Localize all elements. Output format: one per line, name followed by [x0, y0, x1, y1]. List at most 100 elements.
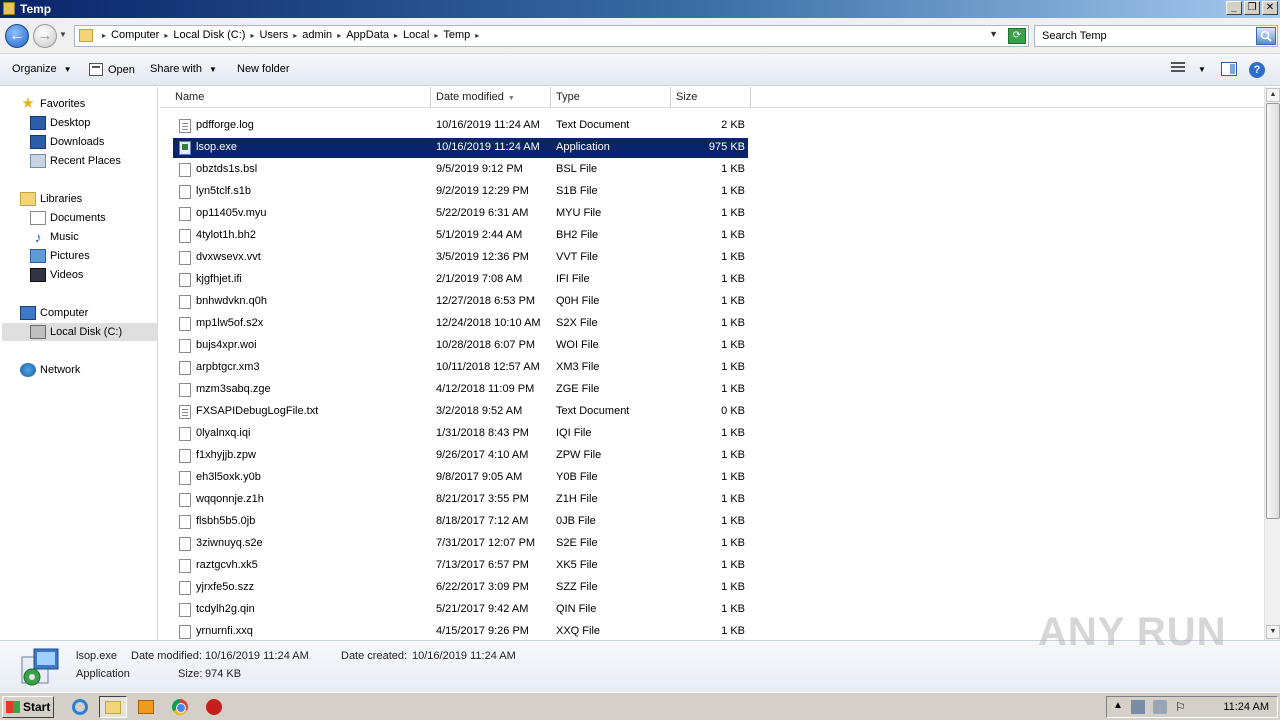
breadcrumb-separator-icon[interactable]: ▸ [102, 31, 106, 40]
column-header-date-modified[interactable]: Date modified ▼ [431, 87, 551, 108]
refresh-button[interactable]: ⟳ [1008, 28, 1026, 44]
file-icon [179, 207, 191, 221]
file-row[interactable]: f1xhyjjb.zpw 9/26/2017 4:10 AM ZPW File 1 K… [173, 446, 748, 466]
file-row[interactable]: 0lyalnxq.iqi 1/31/2018 8:43 PM IQI File 1 K… [173, 424, 748, 444]
column-header-type[interactable]: Type [551, 87, 671, 108]
file-row[interactable]: bujs4xpr.woi 10/28/2018 6:07 PM WOI File 1 … [173, 336, 748, 356]
file-row[interactable]: bnhwdvkn.q0h 12/27/2018 6:53 PM Q0H File 1 … [173, 292, 748, 312]
breadcrumb-item[interactable]: Temp [443, 29, 470, 41]
file-row[interactable]: yrnurnfi.xxq 4/15/2017 9:26 PM XXQ File 1 K… [173, 622, 748, 640]
scroll-up-button[interactable]: ▲ [1266, 88, 1280, 102]
nav-recent-places[interactable]: Recent Places [30, 152, 121, 170]
nav-music[interactable]: ♪ Music [30, 228, 79, 246]
file-row[interactable]: 3ziwnuyq.s2e 7/31/2017 12:07 PM S2E File 1 … [173, 534, 748, 554]
network-tray-icon[interactable] [1131, 700, 1145, 714]
file-row[interactable]: op11405v.myu 5/22/2019 6:31 AM MYU File 1 K… [173, 204, 748, 224]
file-date-modified: 2/1/2019 7:08 AM [436, 273, 523, 285]
breadcrumb-item[interactable]: Users [259, 29, 288, 41]
breadcrumb-separator-icon[interactable]: ▸ [475, 31, 479, 40]
nav-pictures[interactable]: Pictures [30, 247, 90, 265]
start-button[interactable]: Start [2, 696, 54, 718]
file-row[interactable]: raztgcvh.xk5 7/13/2017 6:57 PM XK5 File 1 K… [173, 556, 748, 576]
back-button[interactable]: ← [5, 24, 29, 48]
nav-computer[interactable]: Computer [20, 304, 88, 322]
volume-icon[interactable] [1153, 700, 1167, 714]
file-row[interactable]: wqqonnje.z1h 8/21/2017 3:55 PM Z1H File 1 K… [173, 490, 748, 510]
file-row[interactable]: arpbtgcr.xm3 10/11/2018 12:57 AM XM3 File 1… [173, 358, 748, 378]
nav-documents[interactable]: Documents [30, 209, 106, 227]
file-row[interactable]: pdfforge.log 10/16/2019 11:24 AM Text Docu… [173, 116, 748, 136]
breadcrumb-item[interactable]: Local [403, 29, 429, 41]
scroll-down-button[interactable]: ▼ [1266, 625, 1280, 639]
nav-label: Downloads [50, 136, 105, 148]
breadcrumb-separator-icon[interactable]: ▸ [164, 31, 168, 40]
breadcrumb-separator-icon[interactable]: ▸ [337, 31, 341, 40]
breadcrumb-separator-icon[interactable]: ▸ [293, 31, 297, 40]
taskbar-internet-explorer[interactable] [66, 696, 94, 718]
file-row[interactable]: obztds1s.bsl 9/5/2019 9:12 PM BSL File 1 KB [173, 160, 748, 180]
action-center-flag-icon[interactable]: ⚐ [1175, 700, 1189, 714]
forward-button[interactable]: → [33, 24, 57, 48]
nav-downloads[interactable]: Downloads [30, 133, 104, 151]
column-header-size[interactable]: Size [671, 87, 751, 108]
taskbar-explorer[interactable] [99, 696, 127, 718]
file-type: S1B File [556, 185, 598, 197]
nav-local-disk[interactable]: Local Disk (C:) [2, 323, 158, 341]
breadcrumb-separator-icon[interactable]: ▸ [434, 31, 438, 40]
breadcrumb-separator-icon[interactable]: ▸ [250, 31, 254, 40]
file-row[interactable]: kjgfhjet.ifi 2/1/2019 7:08 AM IFI File 1 KB [173, 270, 748, 290]
taskbar-stop-app[interactable] [200, 696, 228, 718]
file-row[interactable]: lyn5tclf.s1b 9/2/2019 12:29 PM S1B File 1 K… [173, 182, 748, 202]
nav-libraries[interactable]: Libraries [20, 190, 82, 208]
close-button[interactable]: ✕ [1262, 1, 1278, 15]
breadcrumb-item[interactable]: admin [302, 29, 332, 41]
search-box [1034, 25, 1278, 47]
show-hidden-icons-icon[interactable]: ▲ [1113, 700, 1127, 714]
address-history-dropdown[interactable]: ▼ [989, 29, 998, 39]
breadcrumb-item[interactable]: AppData [346, 29, 389, 41]
taskbar-chrome[interactable] [166, 696, 194, 718]
help-icon[interactable]: ? [1249, 62, 1265, 78]
nav-videos[interactable]: Videos [30, 266, 83, 284]
file-row[interactable]: flsbh5b5.0jb 8/18/2017 7:12 AM 0JB File 1 K… [173, 512, 748, 532]
taskbar-media-player[interactable] [132, 696, 160, 718]
address-bar[interactable]: ▸ Computer ▸ Local Disk (C:) ▸ Users ▸ admin ▸ Ap… [74, 25, 1029, 47]
clock[interactable]: 11:24 AM [1223, 701, 1269, 713]
search-button[interactable] [1256, 27, 1276, 45]
file-row[interactable]: FXSAPIDebugLogFile.txt 3/2/2018 9:52 AM Te… [173, 402, 748, 422]
file-row[interactable]: mzm3sabq.zge 4/12/2018 11:09 PM ZGE File 1 … [173, 380, 748, 400]
nav-desktop[interactable]: Desktop [30, 114, 90, 132]
nav-label: Documents [50, 212, 106, 224]
vertical-scrollbar[interactable]: ▲ ▼ [1264, 87, 1280, 640]
new-folder-button[interactable]: New folder [237, 63, 290, 75]
window-title: Temp [20, 2, 52, 16]
column-header-name[interactable]: Name [170, 87, 431, 108]
minimize-button[interactable]: _ [1226, 1, 1242, 15]
file-name: bnhwdvkn.q0h [196, 295, 267, 307]
file-row[interactable]: dvxwsevx.vvt 3/5/2019 12:36 PM VVT File 1 K… [173, 248, 748, 268]
share-with-button[interactable]: Share with ▼ [150, 63, 217, 75]
preview-pane-icon[interactable] [1221, 62, 1237, 76]
title-bar: Temp _ ❐ ✕ [0, 0, 1280, 18]
search-input[interactable] [1035, 26, 1255, 46]
nav-network[interactable]: Network [20, 361, 80, 379]
nav-favorites[interactable]: ★ Favorites [20, 95, 85, 113]
views-icon[interactable] [1171, 62, 1185, 74]
folder-icon [79, 29, 93, 42]
file-type: 0JB File [556, 515, 596, 527]
file-row[interactable]: 4tylot1h.bh2 5/1/2019 2:44 AM BH2 File 1 KB [173, 226, 748, 246]
breadcrumb-item[interactable]: Computer [111, 29, 159, 41]
file-row[interactable]: tcdylh2g.qin 5/21/2017 9:42 AM QIN File 1 K… [173, 600, 748, 620]
breadcrumb-item[interactable]: Local Disk (C:) [173, 29, 245, 41]
open-button[interactable]: Open [89, 63, 135, 76]
views-dropdown[interactable]: ▼ [1198, 65, 1206, 74]
file-row[interactable]: mp1lw5of.s2x 12/24/2018 10:10 AM S2X File 1… [173, 314, 748, 334]
scroll-thumb[interactable] [1266, 103, 1280, 519]
recent-pages-dropdown[interactable]: ▼ [59, 30, 67, 39]
file-row[interactable]: lsop.exe 10/16/2019 11:24 AM Application 97… [173, 138, 748, 158]
breadcrumb-separator-icon[interactable]: ▸ [394, 31, 398, 40]
organize-button[interactable]: Organize ▼ [12, 63, 72, 75]
file-row[interactable]: eh3l5oxk.y0b 9/8/2017 9:05 AM Y0B File 1 KB [173, 468, 748, 488]
restore-button[interactable]: ❐ [1244, 1, 1260, 15]
file-row[interactable]: yjrxfe5o.szz 6/22/2017 3:09 PM SZZ File 1 K… [173, 578, 748, 598]
